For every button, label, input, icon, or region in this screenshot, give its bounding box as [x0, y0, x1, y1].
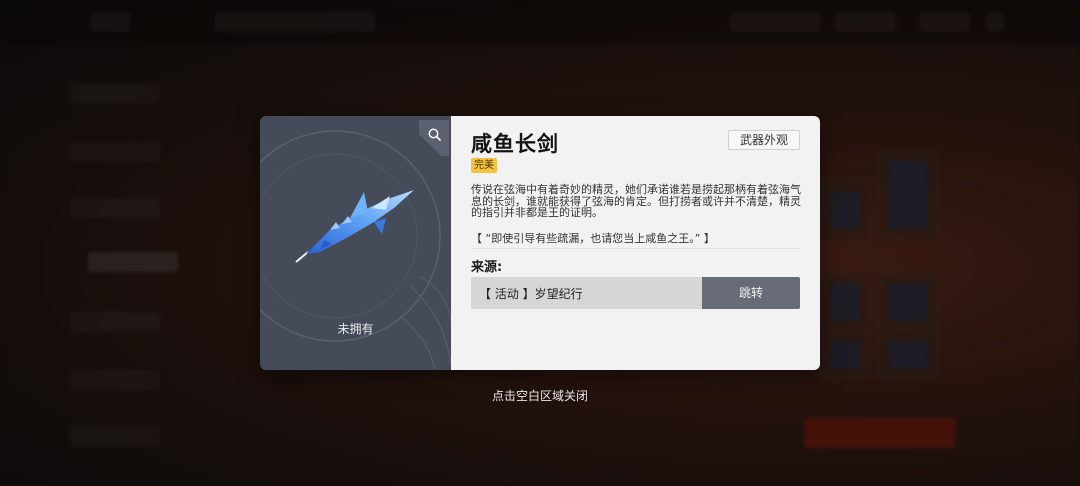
- item-quote: 【 “即使引导有些疏漏，也请您当上咸鱼之王。” 】: [471, 232, 715, 245]
- close-hint: 点击空白区域关闭: [491, 389, 588, 403]
- weapon-skin-button[interactable]: 武器外观: [728, 130, 800, 150]
- ownership-status: 未拥有: [337, 322, 374, 336]
- source-label: 来源:: [471, 260, 503, 275]
- magnifier-icon: [428, 128, 441, 141]
- jump-button[interactable]: 跳转: [702, 277, 800, 309]
- quality-badge: 完美: [471, 158, 497, 173]
- item-detail-modal: 未拥有 咸鱼长剑 武器外观 完美 传说在弦海中有着奇妙的精灵，她们承诺谁若是捞起…: [260, 116, 820, 370]
- salted-fish-sword-image: [295, 190, 414, 263]
- source-item-text: 【 活动 】岁望纪行: [479, 287, 583, 301]
- item-info-panel: 咸鱼长剑 武器外观 完美 传说在弦海中有着奇妙的精灵，她们承诺谁若是捞起那柄有着…: [451, 116, 820, 370]
- weapon-preview-panel: 未拥有: [260, 116, 451, 370]
- item-title: 咸鱼长剑: [471, 132, 559, 156]
- item-description: 传说在弦海中有着奇妙的精灵，她们承诺谁若是捞起那柄有着弦海气息的长剑，谁就能获得…: [471, 183, 801, 219]
- divider: [471, 248, 801, 249]
- source-row: 【 活动 】岁望纪行 跳转: [471, 277, 800, 309]
